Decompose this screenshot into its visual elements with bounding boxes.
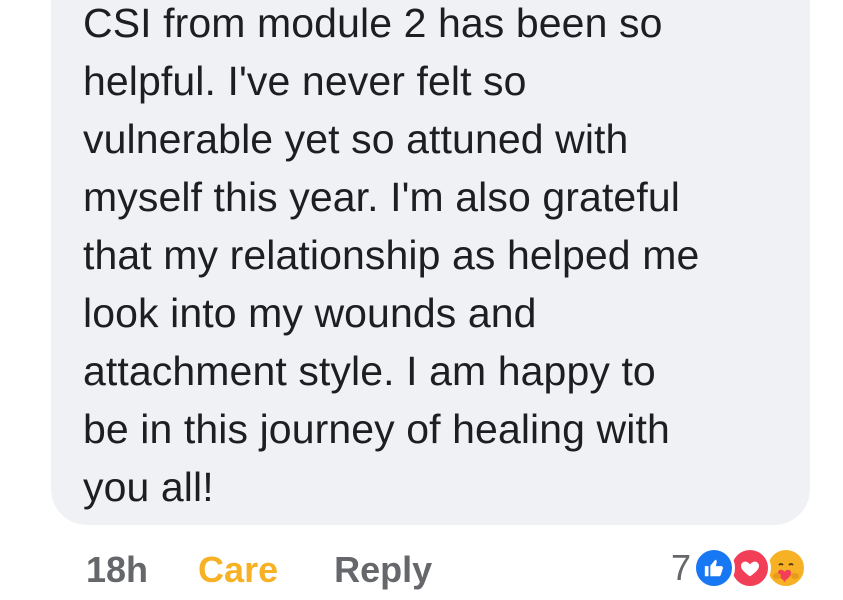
comment-line: that my relationship as helped me — [83, 232, 700, 278]
comment-line: vulnerable yet so attuned with — [83, 116, 629, 162]
comment-line: you all! — [83, 464, 214, 510]
comment-line: helpful. I've never felt so — [83, 58, 527, 104]
comment-line: look into my wounds and — [83, 290, 537, 336]
reaction-icons — [693, 545, 813, 591]
comment-actions: 18h Care Reply — [86, 545, 432, 595]
comment-line: be in this journey of healing with — [83, 406, 670, 452]
love-icon — [729, 547, 771, 589]
reply-button[interactable]: Reply — [334, 549, 432, 591]
comment-line: CSI from module 2 has been so — [83, 0, 663, 46]
comment-timestamp[interactable]: 18h — [86, 549, 148, 591]
reaction-summary[interactable]: 7 — [671, 543, 813, 593]
comment-line: myself this year. I'm also grateful — [83, 174, 680, 220]
comment-line: attachment style. I am happy to — [83, 348, 656, 394]
like-icon — [693, 547, 735, 589]
care-reaction-button[interactable]: Care — [198, 549, 278, 591]
comment-screen: CSI from module 2 has been so helpful. I… — [0, 0, 843, 600]
reaction-count: 7 — [670, 547, 691, 588]
care-icon — [765, 547, 807, 589]
comment-text: CSI from module 2 has been so helpful. I… — [83, 0, 803, 516]
